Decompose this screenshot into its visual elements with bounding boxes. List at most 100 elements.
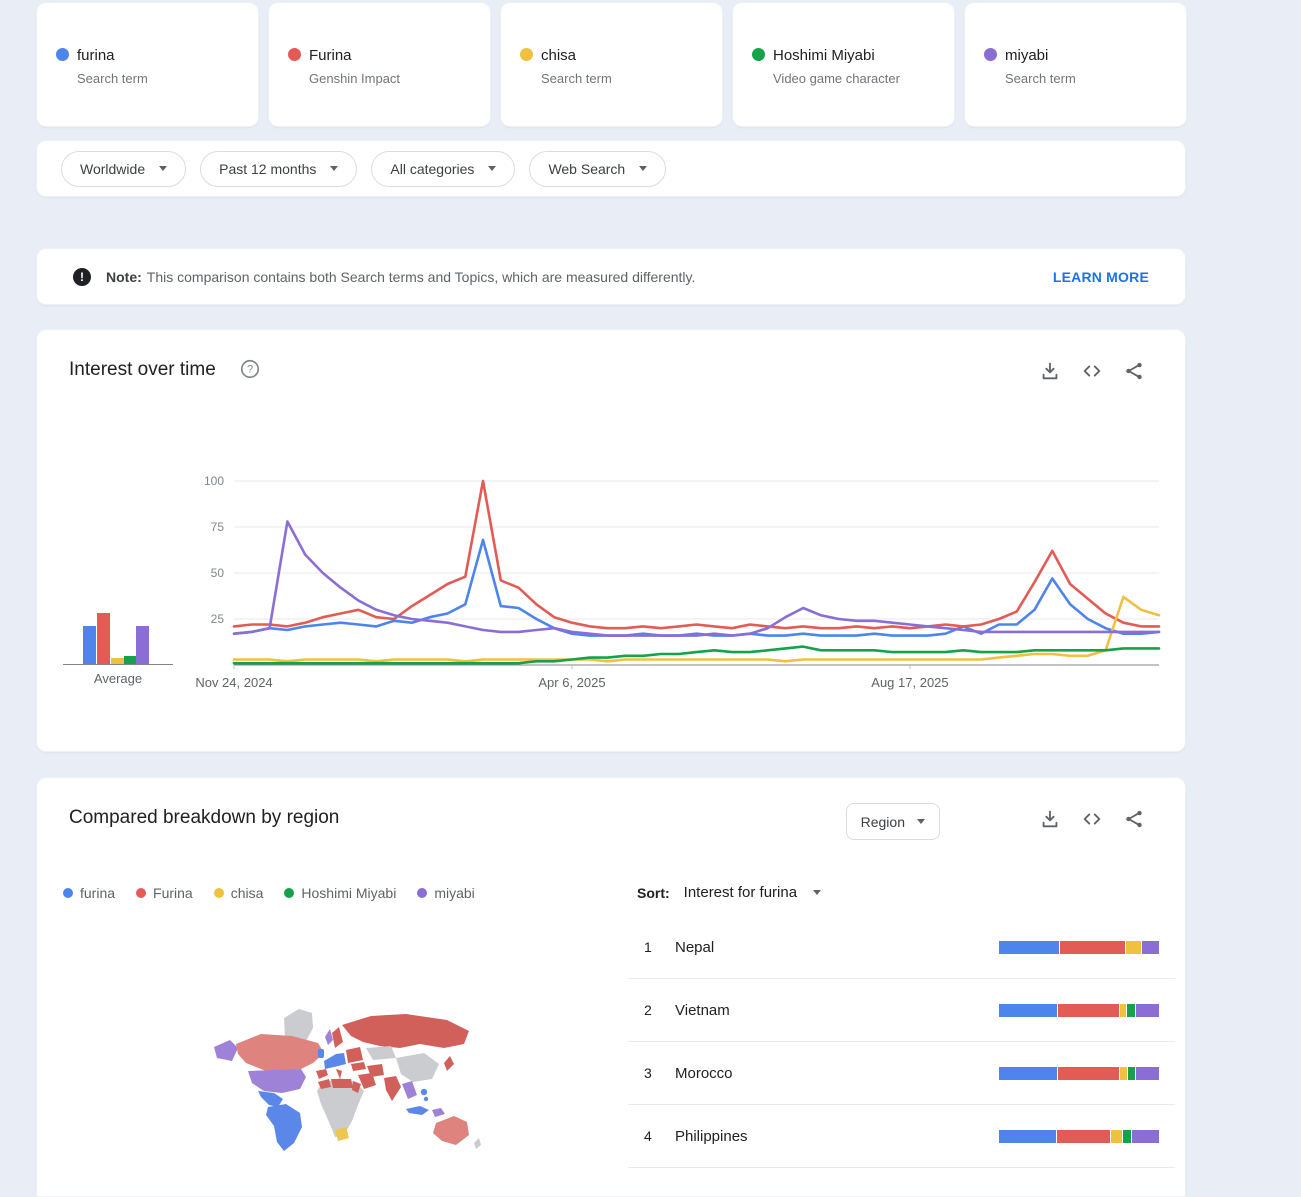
note-text: This comparison contains both Search ter… (147, 269, 696, 285)
region-name: Philippines (675, 1128, 999, 1145)
svg-text:50: 50 (211, 566, 225, 580)
note-banner: Note: This comparison contains both Sear… (36, 248, 1186, 305)
map-australia (433, 1116, 469, 1145)
series-color-dot (63, 888, 73, 898)
bar-segment-blue (999, 1130, 1056, 1143)
region-row-morocco[interactable]: 3 Morocco (628, 1042, 1175, 1105)
chevron-down-icon (917, 819, 925, 824)
region-level-dropdown[interactable]: Region (846, 803, 940, 840)
series-color-dot (136, 888, 146, 898)
legend-item-miyabi: miyabi (417, 885, 474, 901)
svg-text:25: 25 (211, 612, 225, 626)
map-usa (248, 1069, 306, 1093)
svg-text:Apr 6, 2025: Apr 6, 2025 (538, 675, 605, 690)
category-filter-dropdown[interactable]: All categories (371, 151, 515, 187)
series-color-dot (417, 888, 427, 898)
bar-segment-blue (999, 1067, 1057, 1080)
term-card-miyabi[interactable]: miyabi Search term (964, 2, 1187, 127)
region-share-bar (999, 1130, 1159, 1143)
region-share-bar (999, 1067, 1159, 1080)
region-breakdown-card: Compared breakdown by region Region furi… (36, 777, 1186, 1197)
legend-item-furina-topic: Furina (136, 885, 193, 901)
map-canada (236, 1034, 324, 1071)
download-icon[interactable] (1039, 808, 1061, 830)
term-card-furina[interactable]: furina Search term (36, 2, 259, 127)
bar-segment-red (1058, 1067, 1119, 1080)
category-filter-value: All categories (390, 161, 474, 177)
term-type: Genshin Impact (309, 71, 400, 86)
time-filter-dropdown[interactable]: Past 12 months (200, 151, 357, 187)
share-icon[interactable] (1123, 360, 1145, 382)
embed-icon[interactable] (1081, 360, 1103, 382)
filters-bar: Worldwide Past 12 months All categories … (36, 140, 1186, 197)
term-label: miyabi (1005, 47, 1048, 64)
bar-segment-red (1058, 1004, 1119, 1017)
bar-segment-red (1060, 941, 1125, 954)
bar-segment-yellow (1126, 941, 1140, 954)
term-label: furina (77, 47, 115, 64)
chevron-down-icon (330, 166, 338, 171)
embed-icon[interactable] (1081, 808, 1103, 830)
series-color-dot (56, 48, 69, 61)
svg-text:100: 100 (204, 474, 224, 488)
time-filter-value: Past 12 months (219, 161, 316, 177)
map-mexico (258, 1091, 283, 1107)
bar-segment-yellow (1120, 1067, 1128, 1080)
bar-segment-blue (999, 1004, 1057, 1017)
world-choropleth-map[interactable] (206, 986, 506, 1176)
region-row-nepal[interactable]: 1 Nepal (628, 916, 1175, 979)
series-color-dot (214, 888, 224, 898)
term-card-chisa[interactable]: chisa Search term (500, 2, 723, 127)
section-title: Compared breakdown by region (69, 807, 339, 829)
map-south-america (266, 1104, 302, 1151)
legend-label: furina (80, 885, 115, 901)
region-level-value: Region (861, 814, 905, 830)
legend-label: chisa (231, 885, 264, 901)
search-type-filter-dropdown[interactable]: Web Search (529, 151, 666, 187)
region-row-philippines[interactable]: 4 Philippines (628, 1105, 1175, 1168)
term-card-hoshimi-miyabi[interactable]: Hoshimi Miyabi Video game character (732, 2, 955, 127)
sort-dropdown[interactable]: Interest for furina (684, 884, 821, 901)
region-filter-dropdown[interactable]: Worldwide (61, 151, 186, 187)
map-philippines-south (424, 1097, 428, 1101)
legend-item-furina: furina (63, 885, 115, 901)
region-rank: 1 (644, 939, 675, 955)
search-type-filter-value: Web Search (548, 161, 625, 177)
svg-text:Aug 17, 2025: Aug 17, 2025 (871, 675, 948, 690)
map-japan (444, 1056, 454, 1071)
region-row-vietnam[interactable]: 2 Vietnam (628, 979, 1175, 1042)
map-sweden-finland (332, 1027, 343, 1048)
share-icon[interactable] (1123, 808, 1145, 830)
legend-item-chisa: chisa (214, 885, 264, 901)
legend-item-hoshimi-miyabi: Hoshimi Miyabi (284, 885, 396, 901)
term-card-furina-topic[interactable]: Furina Genshin Impact (268, 2, 491, 127)
bar-segment-purple (1132, 1130, 1159, 1143)
map-norway (325, 1029, 333, 1045)
download-icon[interactable] (1039, 360, 1061, 382)
bar-segment-green (1127, 1004, 1135, 1017)
map-italy (336, 1069, 342, 1079)
series-color-dot (520, 48, 533, 61)
map-india (384, 1076, 401, 1101)
legend-label: miyabi (434, 885, 474, 901)
average-bar (83, 626, 96, 665)
series-color-dot (984, 48, 997, 61)
section-title: Interest over time (69, 359, 216, 381)
map-central-asia (366, 1046, 396, 1060)
map-alaska (214, 1040, 238, 1061)
help-icon[interactable]: ? (239, 358, 261, 380)
term-type: Search term (77, 71, 148, 86)
series-color-dot (284, 888, 294, 898)
sort-label: Sort: (637, 885, 670, 901)
learn-more-link[interactable]: LEARN MORE (1053, 269, 1149, 285)
region-name: Vietnam (675, 1002, 999, 1019)
series-legend: furina Furina chisa Hoshimi Miyabi miyab… (63, 885, 475, 901)
legend-label: Furina (153, 885, 193, 901)
chevron-down-icon (159, 166, 167, 171)
term-type: Video game character (773, 71, 900, 86)
region-filter-value: Worldwide (80, 161, 145, 177)
map-eastern-europe (346, 1047, 363, 1063)
average-axis-line (63, 664, 173, 665)
region-rank: 2 (644, 1002, 675, 1018)
svg-text:75: 75 (211, 520, 225, 534)
